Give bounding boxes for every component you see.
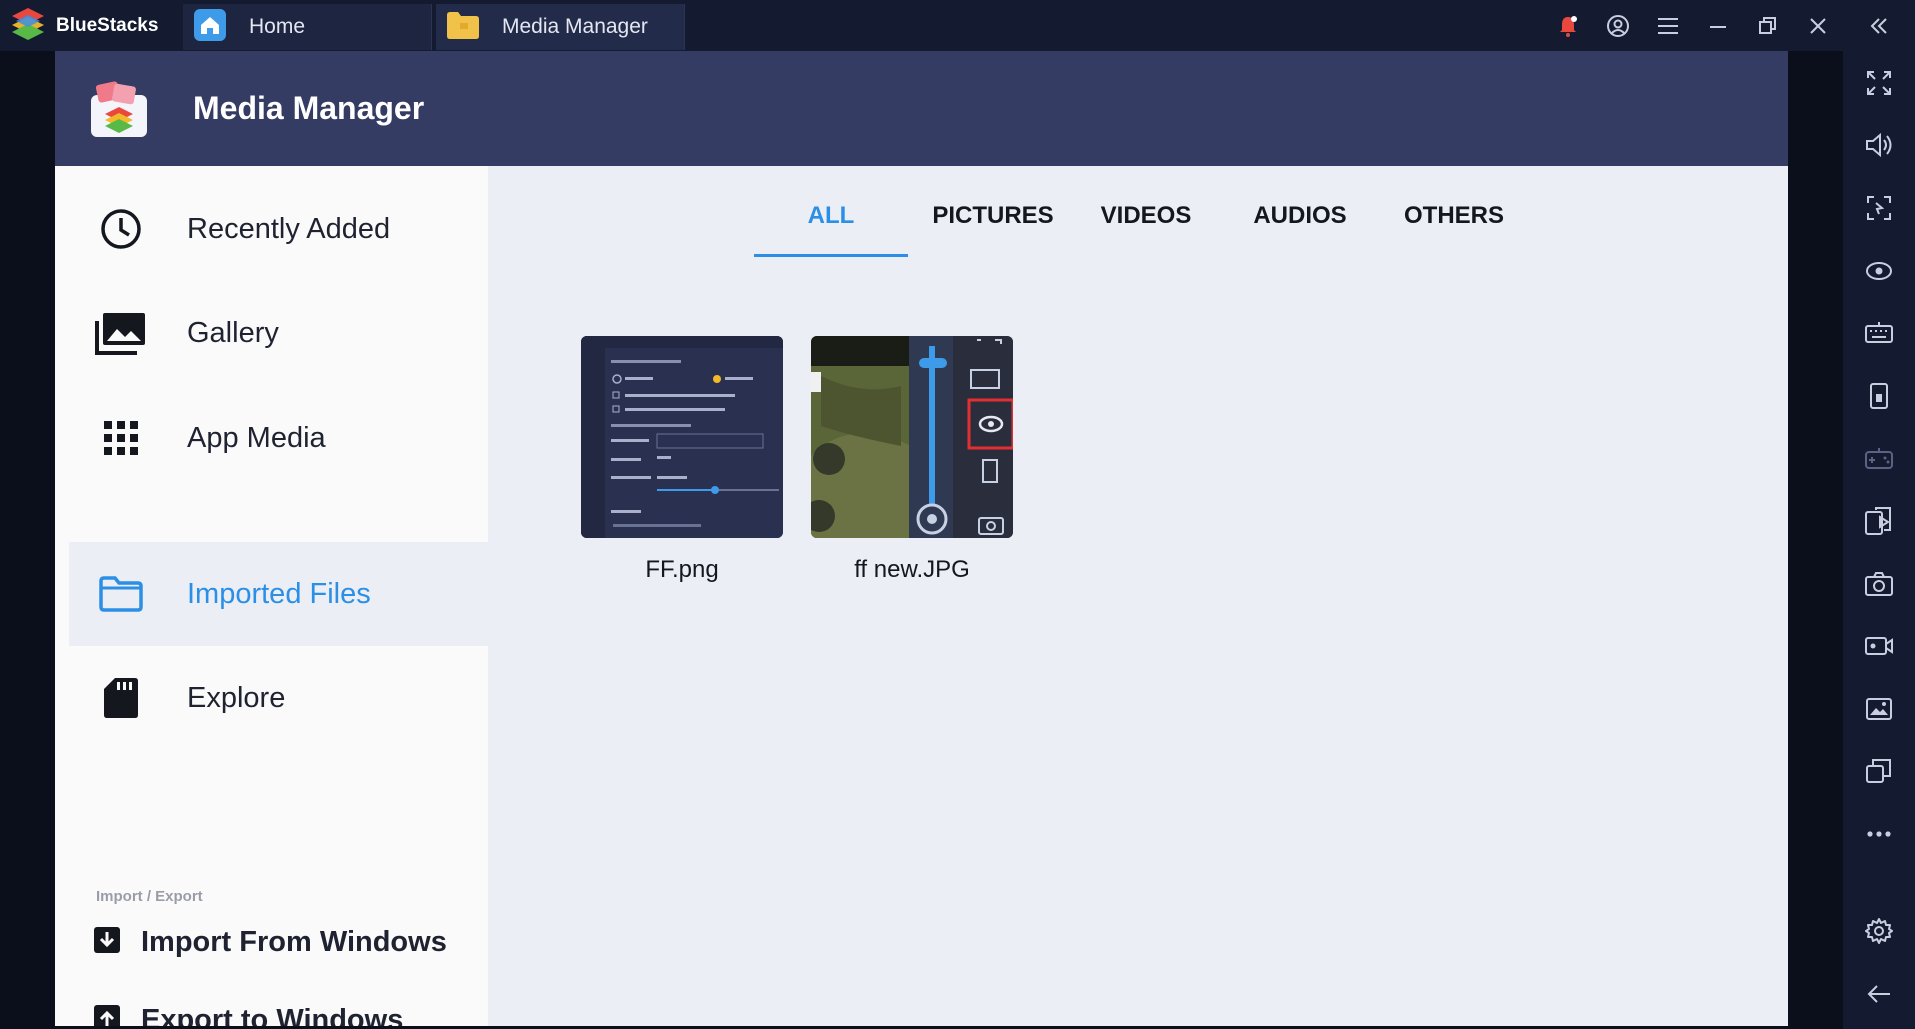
clock-icon: [93, 201, 149, 257]
settings-icon[interactable]: [1843, 911, 1915, 951]
import-from-windows-button[interactable]: Import From Windows: [93, 917, 447, 967]
more-icon[interactable]: [1843, 814, 1915, 854]
app-title: Media Manager: [193, 90, 425, 126]
sd-card-icon: [93, 670, 149, 726]
settings-screenshot-preview: [581, 336, 783, 538]
account-icon[interactable]: [1593, 0, 1643, 51]
file-thumbnail[interactable]: [581, 336, 783, 538]
home-icon: [193, 8, 227, 47]
sidebar: Recently Added Gallery App Media Importe…: [55, 166, 488, 1026]
sidebar-item-label: App Media: [187, 421, 326, 454]
fullscreen-icon[interactable]: [1843, 63, 1915, 103]
file-item[interactable]: ff new.JPG: [811, 336, 1013, 584]
gallery-icon: [93, 305, 149, 361]
tab-videos[interactable]: VIDEOS: [1071, 202, 1221, 240]
brand-name: BlueStacks: [56, 14, 159, 36]
back-icon[interactable]: [1843, 974, 1915, 1014]
tab-all[interactable]: ALL: [754, 202, 908, 240]
camera-icon[interactable]: [1843, 564, 1915, 604]
sidebar-item-label: Recently Added: [187, 212, 391, 245]
tab-home[interactable]: Home: [183, 4, 432, 50]
eye-icon[interactable]: [1843, 251, 1915, 291]
tab-others[interactable]: OTHERS: [1379, 202, 1529, 240]
active-tab-indicator: [754, 254, 908, 257]
media-manager-logo-icon: [87, 77, 151, 141]
file-item[interactable]: FF.png: [581, 336, 783, 584]
tab-media-manager-label: Media Manager: [502, 15, 648, 38]
media-manager-app: Media Manager Recently Added Gallery App…: [55, 51, 1788, 1026]
sidebar-item-app-media[interactable]: App Media: [69, 386, 488, 490]
volume-icon[interactable]: [1843, 125, 1915, 165]
grid-icon: [93, 410, 149, 466]
file-name: FF.png: [645, 556, 719, 583]
screen-capture-icon[interactable]: [1843, 188, 1915, 228]
sidebar-item-label: Imported Files: [187, 577, 371, 610]
install-apk-icon[interactable]: [1843, 501, 1915, 541]
window-frame-right: [1788, 51, 1843, 1029]
import-icon: [93, 926, 121, 959]
export-label: Export to Windows: [141, 1003, 404, 1027]
sidebar-item-label: Explore: [187, 681, 286, 714]
folder-icon: [446, 10, 480, 45]
minimize-icon[interactable]: [1693, 0, 1743, 51]
tab-media-manager[interactable]: Media Manager: [436, 4, 685, 50]
multi-instance-icon[interactable]: [1843, 751, 1915, 791]
game-screenshot-preview: [811, 336, 1013, 538]
right-toolbar: [1843, 51, 1915, 1029]
import-label: Import From Windows: [141, 925, 447, 958]
import-export-section-label: Import / Export: [96, 888, 203, 905]
menu-icon[interactable]: [1643, 0, 1693, 51]
gamepad-icon[interactable]: [1843, 438, 1915, 478]
folder-icon: [93, 566, 149, 622]
notification-bell-icon[interactable]: [1543, 0, 1593, 51]
bluestacks-logo-icon: [10, 5, 46, 46]
content-area: ALL PICTURES VIDEOS AUDIOS OTHERS FF.png…: [488, 166, 1788, 1026]
app-header: Media Manager: [55, 51, 1788, 166]
sidebar-item-recently-added[interactable]: Recently Added: [69, 177, 488, 281]
sidebar-item-explore[interactable]: Explore: [69, 646, 488, 750]
file-thumbnail[interactable]: [811, 336, 1013, 538]
file-name: ff new.JPG: [854, 556, 970, 583]
keyboard-icon[interactable]: [1843, 313, 1915, 353]
brand: BlueStacks: [10, 0, 158, 51]
portrait-icon[interactable]: [1843, 376, 1915, 416]
title-bar: BlueStacks Home Media Manager: [0, 0, 1915, 51]
tab-audios[interactable]: AUDIOS: [1225, 202, 1375, 240]
window-frame-left: [0, 51, 55, 1029]
tab-pictures[interactable]: PICTURES: [918, 202, 1068, 240]
restore-icon[interactable]: [1743, 0, 1793, 51]
collapse-sidebar-icon[interactable]: [1843, 0, 1915, 51]
tab-home-label: Home: [249, 15, 306, 38]
export-to-windows-button[interactable]: Export to Windows: [93, 995, 403, 1026]
export-icon: [93, 1004, 121, 1026]
close-icon[interactable]: [1793, 0, 1843, 51]
record-video-icon[interactable]: [1843, 626, 1915, 666]
sidebar-item-imported-files[interactable]: Imported Files: [69, 542, 488, 646]
media-manager-icon[interactable]: [1843, 689, 1915, 729]
sidebar-item-gallery[interactable]: Gallery: [69, 281, 488, 385]
sidebar-item-label: Gallery: [187, 316, 279, 349]
window-controls: [1543, 0, 1915, 51]
